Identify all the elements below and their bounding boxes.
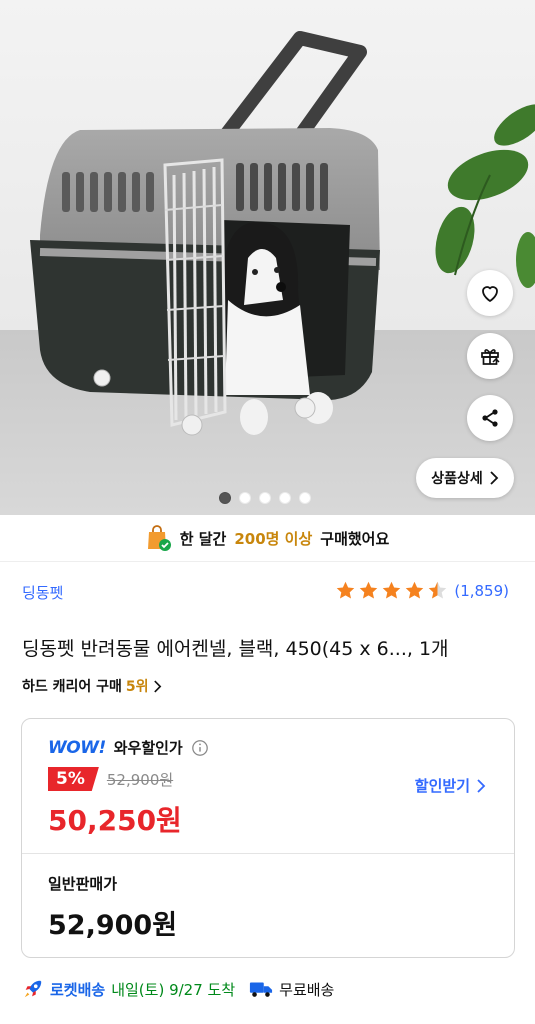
product-title: 딩동펫 반려동물 에어켄넬, 블랙, 450(45 x 6..., 1개 — [22, 638, 449, 660]
coupon-button[interactable]: 할인받기 — [415, 775, 486, 796]
chevron-right-icon — [153, 680, 161, 692]
free-shipping-label: 무료배송 — [279, 980, 335, 999]
carousel-indicator — [219, 492, 311, 504]
brand-link[interactable]: 딩동펫 — [22, 582, 63, 603]
gift-button[interactable] — [467, 333, 513, 379]
divider — [0, 561, 535, 562]
product-detail-label: 상품상세 — [431, 471, 483, 487]
star-full-icon — [360, 581, 378, 599]
carousel-dot[interactable] — [219, 492, 231, 504]
wishlist-button[interactable] — [467, 270, 513, 316]
star-full-icon — [383, 581, 401, 599]
normal-price-label: 일반판매가 — [48, 875, 118, 893]
wow-logo: WOW! — [48, 737, 106, 758]
buyers-highlight: 200명 이상 — [234, 529, 313, 548]
delivery-info: 로켓배송 내일(토) 9/27 도착 무료배송 — [22, 978, 334, 1000]
wow-label: 와우할인가 — [113, 739, 183, 757]
rating-summary[interactable]: (1,859) — [335, 580, 509, 601]
carousel-dot[interactable] — [299, 492, 311, 504]
normal-price: 52,900원 — [48, 910, 178, 941]
discount-badge: 5% — [48, 767, 99, 791]
truck-icon — [250, 982, 273, 997]
heart-icon — [482, 286, 498, 302]
rocket-delivery-label: 로켓배송 — [50, 980, 106, 999]
divider — [22, 853, 514, 854]
review-count: (1,859) — [454, 581, 509, 600]
product-detail-button[interactable]: 상품상세 — [416, 458, 514, 498]
purchase-count-banner: 한 달간 200명 이상 구매했어요 — [0, 515, 535, 561]
chevron-right-icon — [477, 778, 486, 793]
carousel-dot[interactable] — [279, 492, 291, 504]
star-half-icon — [429, 581, 447, 599]
rank-prefix: 하드 캐리어 구매 — [22, 679, 122, 695]
product-page: 상품상세 한 달간 200명 이상 구매했어요 딩동펫 (1,859) 딩동펫 … — [0, 0, 535, 1024]
carousel-dot[interactable] — [259, 492, 271, 504]
chevron-right-icon — [490, 471, 499, 485]
original-price: 52,900원 — [106, 770, 174, 789]
wow-price-header: WOW! 와우할인가 — [48, 737, 209, 758]
category-rank-link[interactable]: 하드 캐리어 구매 5위 — [22, 676, 162, 696]
star-full-icon — [406, 581, 424, 599]
product-image-carousel[interactable]: 상품상세 — [0, 0, 535, 515]
star-full-icon — [337, 581, 355, 599]
delivery-date: 내일(토) 9/27 도착 — [111, 980, 236, 999]
coupon-label: 할인받기 — [414, 777, 470, 795]
share-button[interactable] — [467, 395, 513, 441]
rocket-icon — [24, 980, 42, 998]
shopping-bag-check-icon — [147, 525, 171, 551]
wow-price: 50,250원 — [48, 804, 182, 837]
share-icon — [482, 409, 498, 427]
product-photo — [0, 0, 535, 515]
carousel-dot[interactable] — [239, 492, 251, 504]
rank-value: 5위 — [125, 679, 149, 695]
discount-row: 5% 52,900원 — [48, 767, 173, 791]
buyers-prefix: 한 달간 — [179, 529, 227, 548]
buyers-suffix: 구매했어요 — [320, 529, 390, 548]
gift-icon — [481, 349, 500, 365]
info-icon[interactable] — [191, 739, 209, 757]
price-card: WOW! 와우할인가 5% 52,900원 50,250원 할인받기 일반판매가… — [21, 718, 515, 958]
